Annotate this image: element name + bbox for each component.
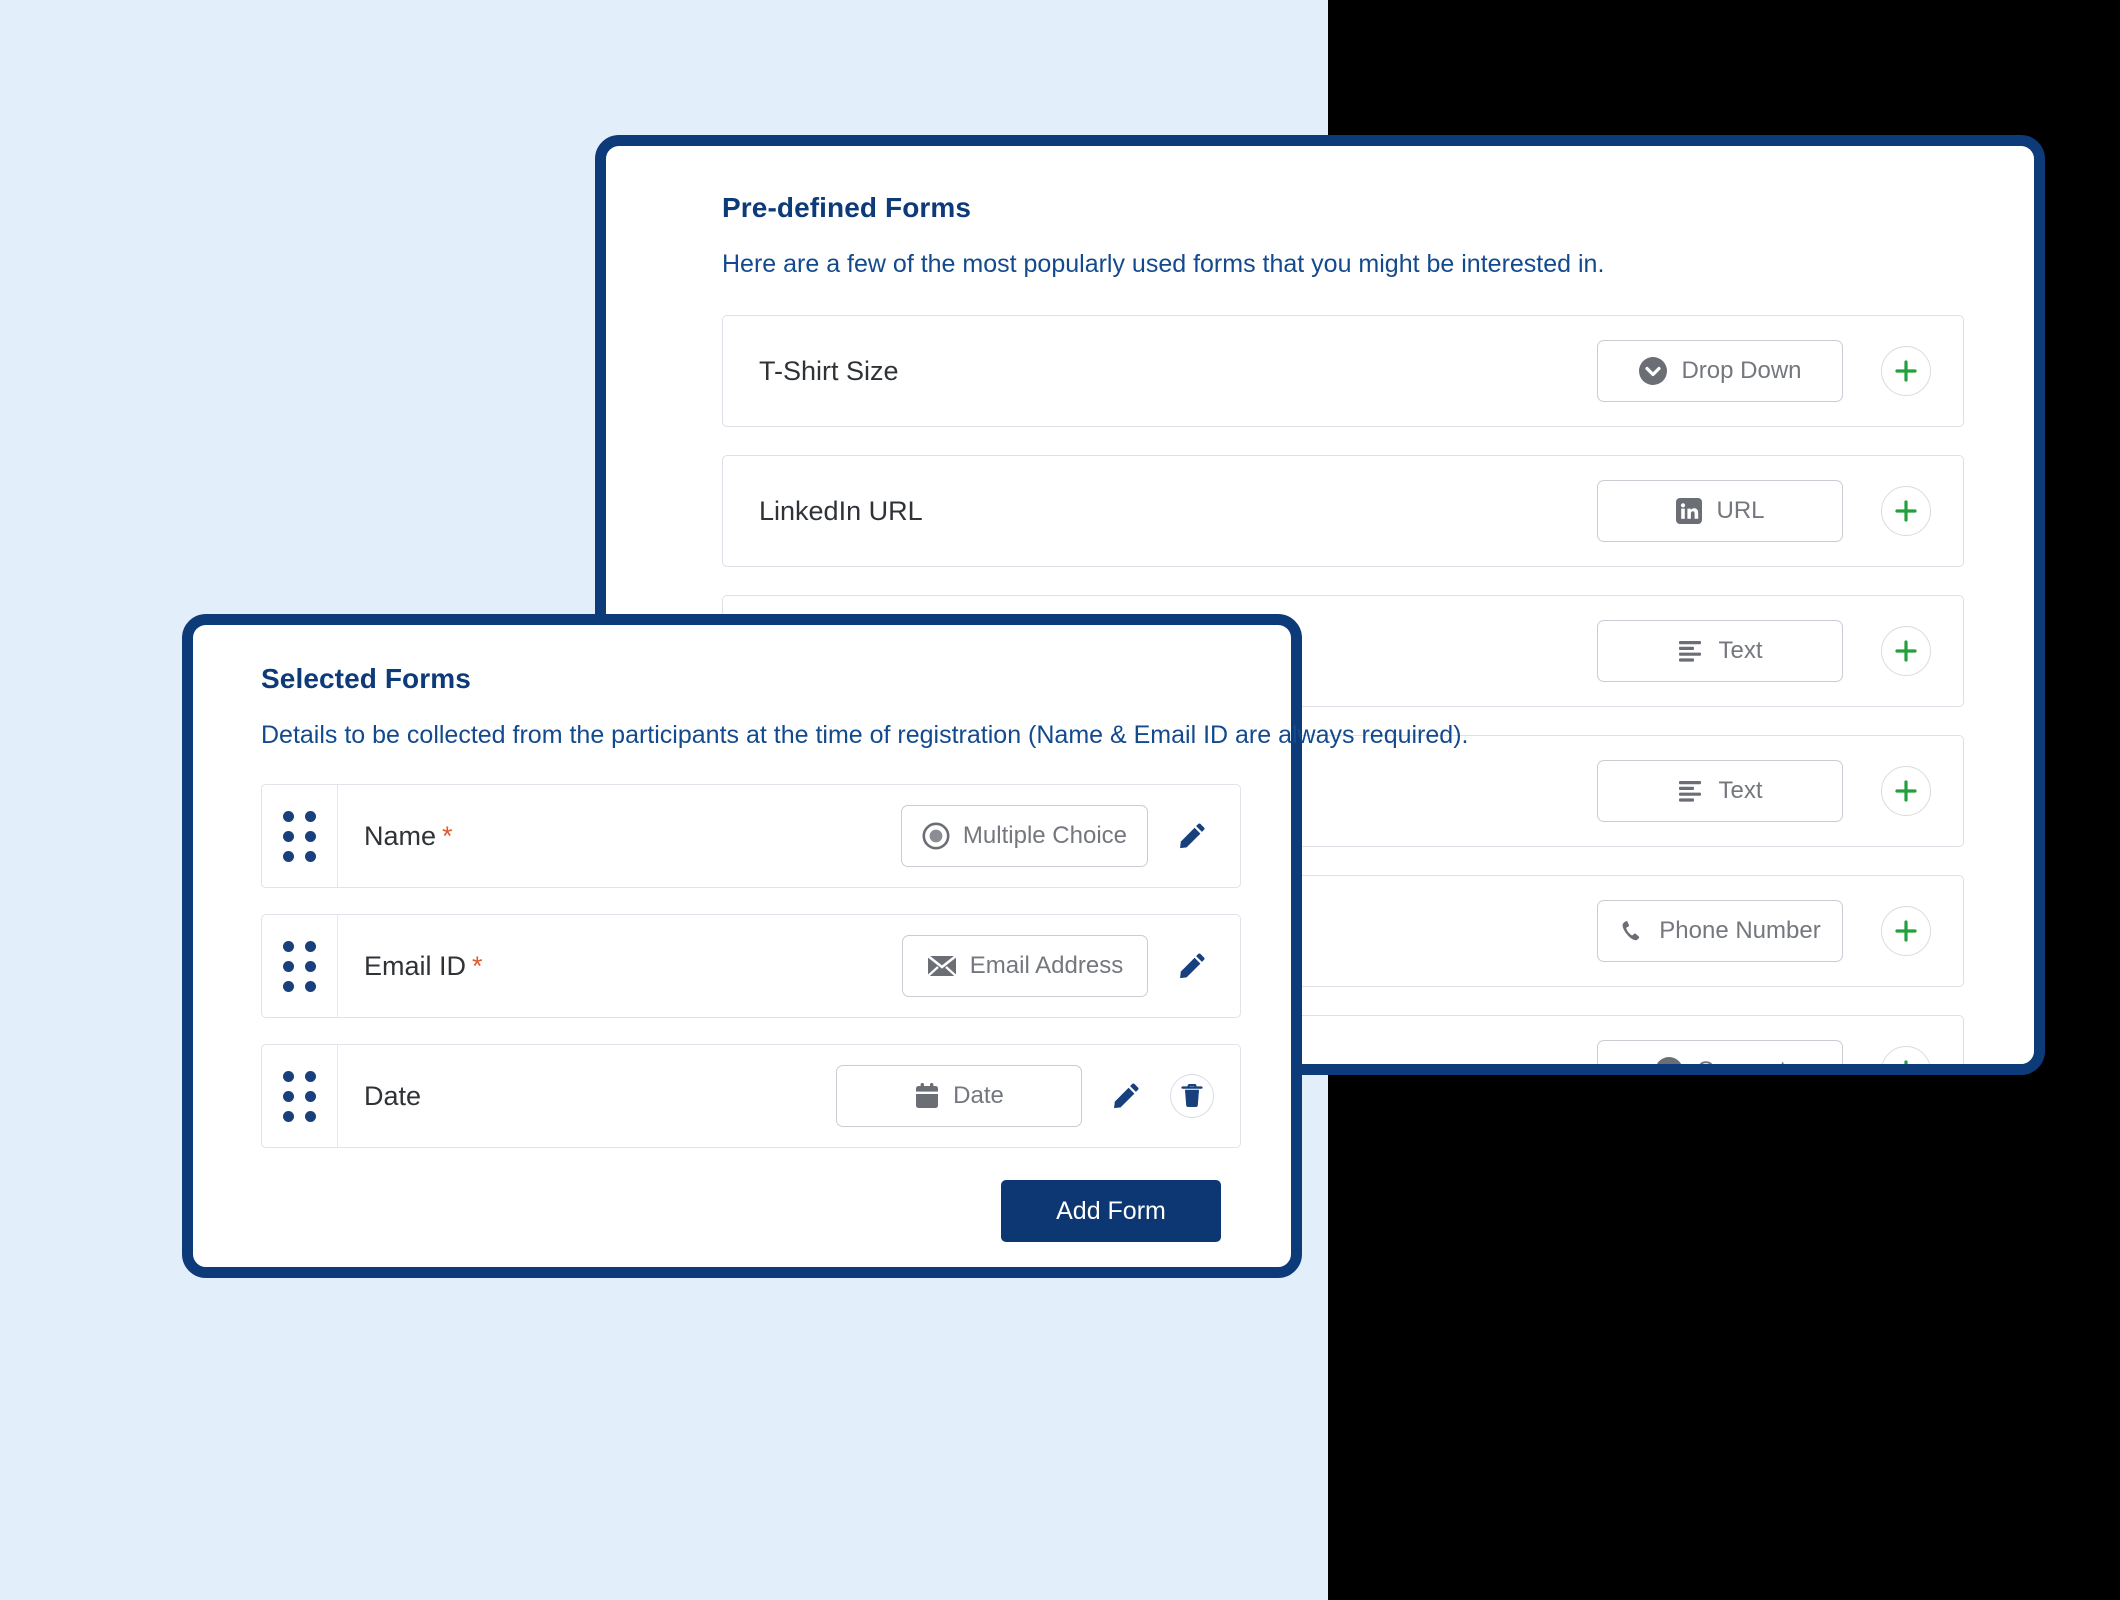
plus-icon <box>1895 360 1917 382</box>
selected-forms-list: Name * Multiple Choice Email ID * Email … <box>261 784 1241 1148</box>
predefined-row-linkedin-url[interactable]: LinkedIn URL URL <box>722 455 1964 567</box>
field-type-chip-label: Email Address <box>969 952 1124 979</box>
add-field-button[interactable] <box>1881 766 1931 816</box>
field-type-chip-dropdown[interactable]: Drop Down <box>1597 340 1843 402</box>
selected-row-actions: Email Address <box>902 915 1240 1017</box>
field-type-chip-multiple-choice[interactable]: Multiple Choice <box>900 805 1148 867</box>
plus-icon <box>1895 640 1917 662</box>
field-type-chip-phone[interactable]: Phone Number <box>1597 900 1843 962</box>
plus-icon <box>1904 1060 1908 1064</box>
field-type-chip-label: Phone Number <box>1659 917 1821 944</box>
edit-field-button[interactable] <box>1170 814 1214 858</box>
field-type-chip-text[interactable]: Text <box>1597 620 1843 682</box>
radio-button-icon <box>922 822 950 850</box>
drag-handle-icon[interactable] <box>262 1045 338 1147</box>
add-field-button[interactable] <box>1881 346 1931 396</box>
field-type-chip-label: URL <box>1716 497 1765 524</box>
linkedin-icon <box>1675 497 1703 525</box>
predefined-forms-title: Pre-defined Forms <box>722 192 972 223</box>
phone-icon <box>1619 918 1646 945</box>
edit-field-button[interactable] <box>1104 1074 1148 1118</box>
pencil-icon <box>1114 1083 1139 1109</box>
plus-icon <box>1895 920 1917 942</box>
drag-handle-icon[interactable] <box>262 915 338 1017</box>
dropdown-circle-icon <box>1638 356 1668 386</box>
field-type-chip-label: Text <box>1718 777 1763 804</box>
predefined-row-tshirt-size[interactable]: T-Shirt Size Drop Down <box>722 315 1964 427</box>
field-type-chip-url[interactable]: URL <box>1597 480 1843 542</box>
field-type-chip-date[interactable]: Date <box>836 1065 1082 1127</box>
add-field-button[interactable] <box>1881 906 1931 956</box>
selected-row-label-wrap: Name * <box>338 785 901 887</box>
pencil-icon <box>1180 953 1205 979</box>
selected-row-label-wrap: Date <box>338 1045 836 1147</box>
selected-forms-card: Selected Forms Details to be collected f… <box>182 614 1469 1278</box>
trash-icon <box>1181 1084 1203 1107</box>
text-lines-icon <box>1677 638 1705 664</box>
selected-forms-footer: Add Form <box>261 1174 1241 1242</box>
drag-handle-icon[interactable] <box>262 785 338 887</box>
field-type-chip-label: Date <box>953 1082 1004 1109</box>
predefined-row-label: LinkedIn URL <box>759 495 923 526</box>
add-field-button[interactable] <box>1881 486 1931 536</box>
envelope-icon <box>926 954 957 978</box>
add-field-button[interactable] <box>1881 626 1931 676</box>
selected-forms-title: Selected Forms <box>261 663 471 694</box>
required-marker: * <box>442 820 453 851</box>
field-type-chip-label: Multiple Choice <box>962 822 1127 849</box>
field-type-chip-consent[interactable]: Consent <box>1597 1040 1843 1075</box>
selected-row-email-id[interactable]: Email ID * Email Address <box>261 914 1241 1018</box>
field-type-chip-label: Text <box>1718 637 1763 664</box>
pencil-icon <box>1180 823 1205 849</box>
selected-row-date[interactable]: Date Date <box>261 1044 1241 1148</box>
selected-row-actions: Date <box>836 1045 1240 1147</box>
predefined-row-label: T-Shirt Size <box>759 355 899 386</box>
selected-row-label: Email ID <box>364 950 467 981</box>
consent-check-icon <box>1654 1056 1684 1064</box>
add-form-button[interactable]: Add Form <box>1001 1180 1221 1242</box>
required-marker: * <box>472 950 483 981</box>
field-type-chip-label: Drop Down <box>1681 357 1802 384</box>
field-type-chip-label: Consent <box>1696 1057 1787 1075</box>
field-type-chip-email-address[interactable]: Email Address <box>902 935 1148 997</box>
plus-icon <box>1895 500 1917 522</box>
plus-icon <box>1895 780 1917 802</box>
text-lines-icon <box>1677 778 1705 804</box>
selected-row-name[interactable]: Name * Multiple Choice <box>261 784 1241 888</box>
selected-row-label-wrap: Email ID * <box>338 915 902 1017</box>
calendar-icon <box>914 1082 940 1110</box>
selected-row-label: Name <box>364 820 437 851</box>
edit-field-button[interactable] <box>1170 944 1214 988</box>
selected-row-actions: Multiple Choice <box>900 785 1240 887</box>
selected-forms-subtitle: Details to be collected from the partici… <box>261 721 1469 749</box>
selected-row-label: Date <box>364 1080 422 1111</box>
predefined-forms-subtitle: Here are a few of the most popularly use… <box>722 250 1605 278</box>
delete-field-button[interactable] <box>1170 1074 1214 1118</box>
field-type-chip-text[interactable]: Text <box>1597 760 1843 822</box>
add-field-button[interactable] <box>1881 1046 1931 1064</box>
